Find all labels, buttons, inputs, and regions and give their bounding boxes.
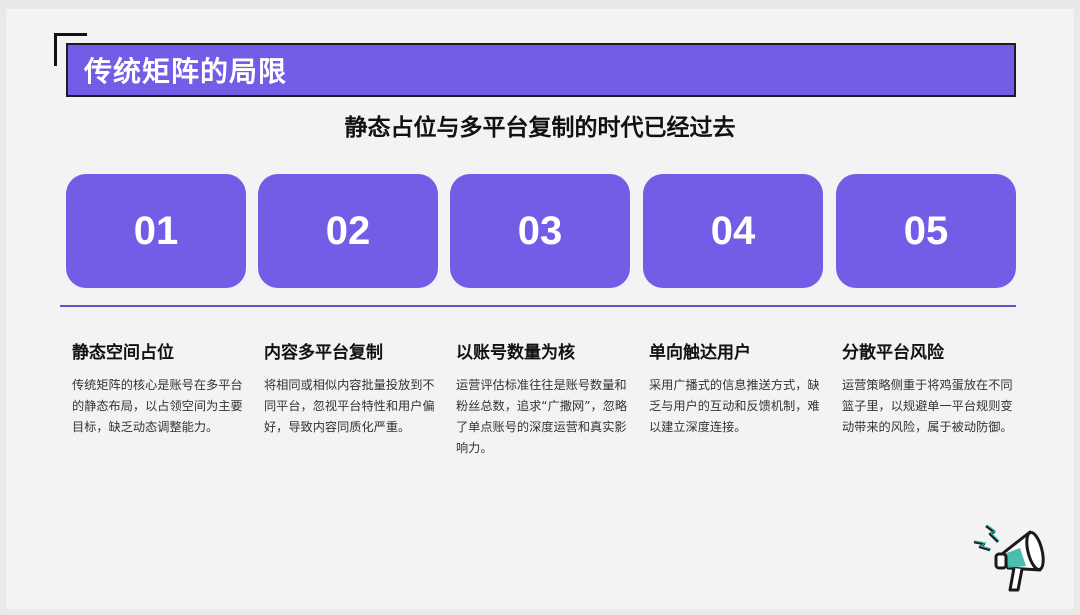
point-heading: 分散平台风险 bbox=[842, 343, 944, 363]
point-column-5: 分散平台风险 运营策略侧重于将鸡蛋放在不同篮子里，以规避单一平台规则变动带来的风… bbox=[842, 338, 1014, 438]
point-column-4: 单向触达用户 采用广播式的信息推送方式，缺乏与用户的互动和反馈机制，难以建立深度… bbox=[649, 338, 821, 438]
number-card-3: 03 bbox=[450, 174, 630, 288]
point-heading: 单向触达用户 bbox=[649, 343, 751, 363]
point-description: 运营评估标准往往是账号数量和粉丝总数，追求“广撒网”，忽略了单点账号的深度运营和… bbox=[456, 378, 628, 455]
point-description: 运营策略侧重于将鸡蛋放在不同篮子里，以规避单一平台规则变动带来的风险，属于被动防… bbox=[842, 378, 1013, 434]
number-card-4: 04 bbox=[643, 174, 823, 288]
card-number: 01 bbox=[133, 208, 179, 253]
point-column-2: 内容多平台复制 将相同或相似内容批量投放到不同平台，忽视平台特性和用户偏好，导致… bbox=[264, 338, 436, 438]
number-card-5: 05 bbox=[836, 174, 1016, 288]
number-card-2: 02 bbox=[258, 174, 438, 288]
point-heading: 以账号数量为核 bbox=[456, 343, 575, 363]
point-description: 传统矩阵的核心是账号在多平台的静态布局，以占领空间为主要目标，缺乏动态调整能力。 bbox=[72, 378, 243, 434]
point-description: 将相同或相似内容批量投放到不同平台，忽视平台特性和用户偏好，导致内容同质化严重。 bbox=[264, 378, 435, 434]
megaphone-icon bbox=[973, 524, 1045, 592]
title-bar: 传统矩阵的局限 bbox=[66, 43, 1016, 97]
point-heading: 内容多平台复制 bbox=[264, 343, 383, 363]
number-card-1: 01 bbox=[66, 174, 246, 288]
point-heading: 静态空间占位 bbox=[72, 343, 174, 363]
slide: 传统矩阵的局限 bbox=[6, 9, 1074, 609]
card-number: 05 bbox=[903, 208, 949, 253]
page-subtitle: 静态占位与多平台复制的时代已经过去 bbox=[344, 115, 736, 141]
divider bbox=[60, 305, 1016, 307]
card-number: 04 bbox=[710, 208, 756, 253]
page-title: 传统矩阵的局限 bbox=[84, 55, 288, 88]
card-number: 03 bbox=[517, 208, 563, 253]
card-number: 02 bbox=[325, 208, 371, 253]
point-description: 采用广播式的信息推送方式，缺乏与用户的互动和反馈机制，难以建立深度连接。 bbox=[649, 378, 820, 434]
point-column-3: 以账号数量为核 运营评估标准往往是账号数量和粉丝总数，追求“广撒网”，忽略了单点… bbox=[456, 338, 628, 459]
point-column-1: 静态空间占位 传统矩阵的核心是账号在多平台的静态布局，以占领空间为主要目标，缺乏… bbox=[72, 338, 244, 438]
